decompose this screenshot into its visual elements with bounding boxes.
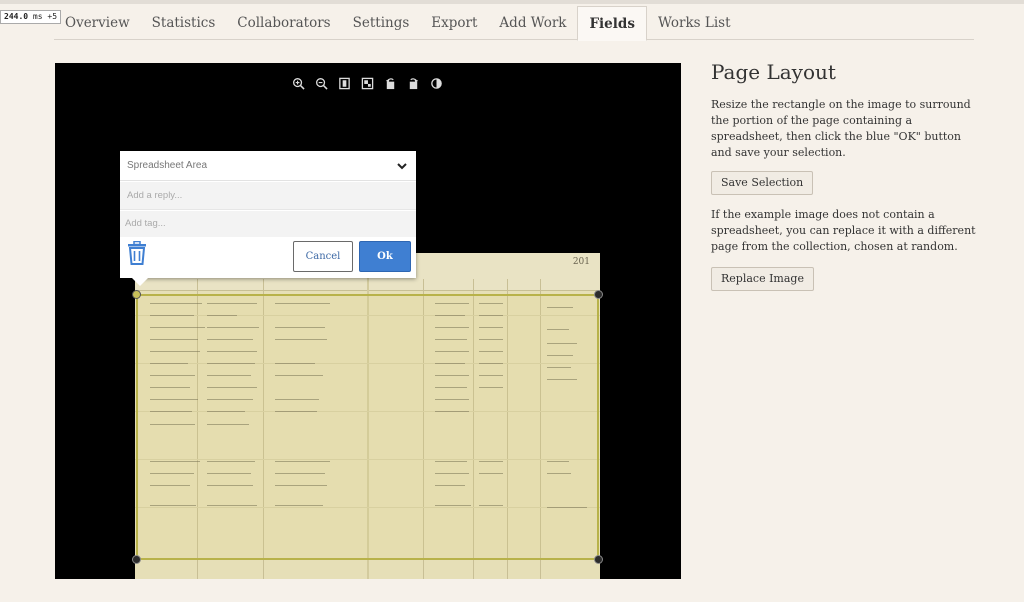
tab-export[interactable]: Export [420, 6, 488, 39]
side-panel: Page Layout Resize the rectangle on the … [711, 60, 981, 291]
cancel-button[interactable]: Cancel [293, 241, 353, 272]
tab-overview[interactable]: Overview [54, 6, 141, 39]
perf-badge-value: 244.0 [4, 12, 29, 21]
image-viewer[interactable]: 201 Spreadsheet Area Add a reply... Add … [55, 63, 681, 579]
resize-handle-bottom-left[interactable] [132, 555, 141, 564]
replace-image-button[interactable]: Replace Image [711, 267, 814, 291]
save-selection-button[interactable]: Save Selection [711, 171, 814, 195]
trash-icon[interactable] [126, 241, 148, 265]
tab-collaborators[interactable]: Collaborators [226, 6, 341, 39]
perf-badge: 244.0 ms +5 [0, 10, 62, 24]
annotation-popup: Spreadsheet Area Add a reply... Add tag.… [120, 151, 416, 286]
tag-input[interactable]: Add tag... [120, 211, 416, 237]
full-page-icon[interactable] [337, 76, 351, 90]
annotation-type-select[interactable]: Spreadsheet Area [120, 151, 416, 181]
resize-handle-bottom-right[interactable] [594, 555, 603, 564]
perf-badge-suffix: +5 [47, 12, 58, 21]
tab-bar: Overview Statistics Collaborators Settin… [54, 6, 974, 41]
zoom-out-icon[interactable] [314, 76, 328, 90]
resize-handle-top-left[interactable] [132, 290, 141, 299]
browser-strip [0, 0, 1024, 4]
reply-input[interactable]: Add a reply... [120, 182, 416, 210]
selection-rectangle[interactable] [132, 290, 603, 564]
tab-statistics[interactable]: Statistics [141, 6, 227, 39]
tab-settings[interactable]: Settings [342, 6, 421, 39]
rotate-left-icon[interactable] [383, 76, 397, 90]
contrast-icon[interactable] [429, 76, 443, 90]
annotation-type-value: Spreadsheet Area [127, 160, 208, 171]
ledger-page-number: 201 [572, 257, 590, 267]
replace-info-text: If the example image does not contain a … [711, 208, 976, 253]
tab-fields[interactable]: Fields [577, 6, 647, 41]
viewer-toolbar [291, 76, 443, 90]
page-title: Page Layout [711, 60, 836, 84]
tab-add-work[interactable]: Add Work [488, 6, 577, 39]
instructions-text: Resize the rectangle on the image to sur… [711, 98, 971, 159]
rotate-right-icon[interactable] [406, 76, 420, 90]
zoom-in-icon[interactable] [291, 76, 305, 90]
resize-handle-top-right[interactable] [594, 290, 603, 299]
fit-icon[interactable] [360, 76, 374, 90]
perf-badge-unit: ms [32, 12, 43, 21]
chevron-down-icon [397, 163, 407, 170]
tab-works-list[interactable]: Works List [647, 6, 742, 39]
ok-button[interactable]: Ok [359, 241, 411, 272]
